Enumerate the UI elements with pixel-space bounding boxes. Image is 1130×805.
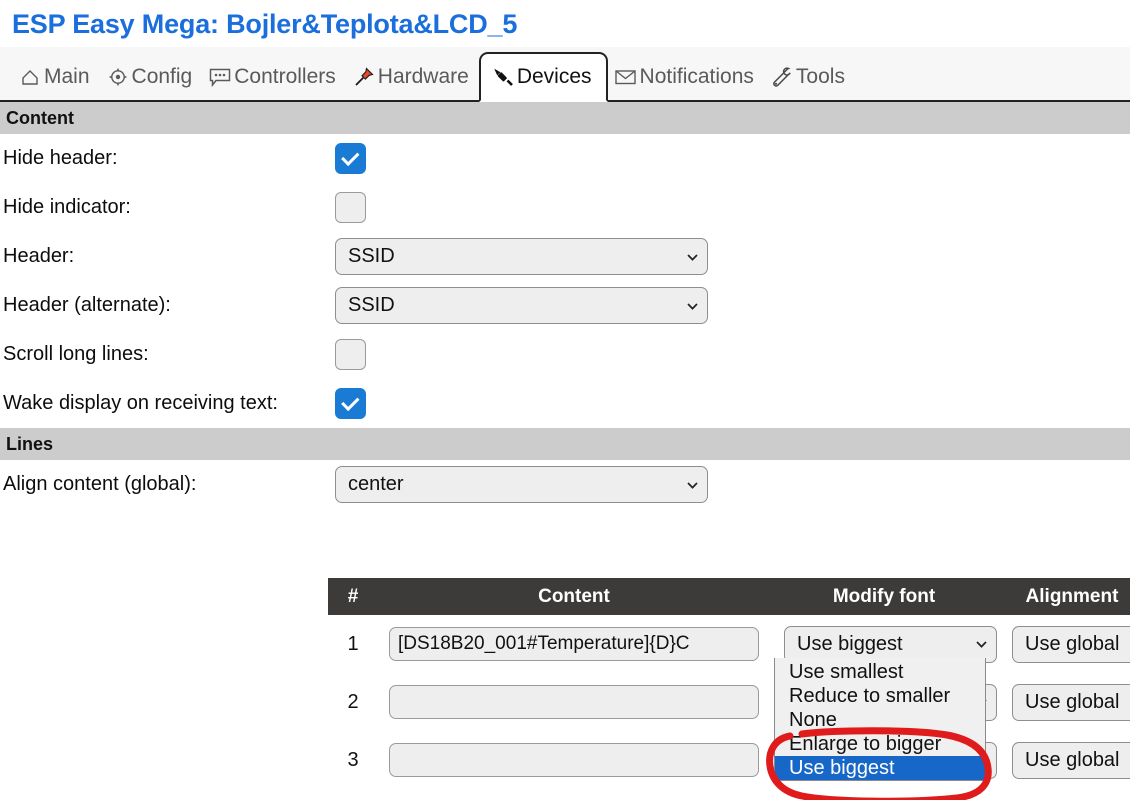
tab-config[interactable]: Config	[100, 56, 203, 98]
line-content-input-3[interactable]	[389, 743, 759, 777]
hide-header-checkbox[interactable]	[335, 143, 366, 174]
hide-indicator-checkbox[interactable]	[335, 192, 366, 223]
table-row: 1 [DS18B20_001#Temperature]{D}C Use bigg…	[328, 615, 1130, 673]
home-icon	[18, 66, 42, 88]
header-alternate-select-value: SSID	[348, 294, 395, 316]
tab-devices-label: Devices	[516, 65, 592, 88]
field-header-alternate-label: Header (alternate):	[3, 294, 171, 316]
alignment-value-3: Use global	[1025, 748, 1120, 771]
plug-icon	[491, 66, 515, 88]
field-wake-display: Wake display on receiving text:	[0, 379, 1130, 428]
modify-font-select-1[interactable]: Use biggest	[784, 625, 997, 663]
tab-notifications[interactable]: Notifications	[608, 56, 764, 98]
modify-font-dropdown-list[interactable]: Use smallest Reduce to smaller None Enla…	[774, 658, 986, 781]
tab-main[interactable]: Main	[12, 56, 100, 98]
section-header-content: Content	[0, 102, 1130, 134]
header-select-value: SSID	[348, 245, 395, 267]
alignment-select-2[interactable]: Use global	[1012, 683, 1130, 721]
row-number: 1	[347, 632, 359, 655]
column-header-alignment: Alignment	[1025, 585, 1119, 607]
chevron-down-icon	[687, 253, 698, 261]
chevron-down-icon	[687, 302, 698, 310]
dropdown-option-enlarge-to-bigger[interactable]: Enlarge to bigger	[775, 732, 985, 756]
line-content-input-1[interactable]: [DS18B20_001#Temperature]{D}C	[389, 627, 759, 661]
tab-controllers-label: Controllers	[234, 65, 336, 88]
table-row: 2 Use biggest Use global	[328, 673, 1130, 731]
dropdown-option-use-biggest[interactable]: Use biggest	[775, 756, 985, 780]
line-content-input-2[interactable]	[389, 685, 759, 719]
align-content-global-value: center	[348, 473, 404, 495]
table-row: 3 Use biggest Use global	[328, 731, 1130, 789]
modify-font-value-1: Use biggest	[797, 632, 903, 655]
alignment-value-1: Use global	[1025, 632, 1120, 655]
dropdown-option-none[interactable]: None	[775, 708, 985, 732]
tab-config-label: Config	[131, 65, 193, 88]
field-header: Header: SSID	[0, 232, 1130, 281]
column-header-content: Content	[538, 585, 610, 607]
gear-icon	[106, 66, 130, 88]
align-content-global-select[interactable]: center	[335, 466, 708, 503]
envelope-icon	[614, 66, 638, 88]
tab-tools-label: Tools	[795, 65, 845, 88]
speech-bubble-icon	[208, 66, 232, 88]
chevron-down-icon	[976, 641, 987, 648]
tab-notifications-label: Notifications	[639, 65, 754, 88]
tab-hardware-label: Hardware	[377, 65, 469, 88]
row-number: 2	[347, 690, 359, 713]
lines-table: # Content Modify font Alignment 1 [DS18B…	[328, 578, 1130, 789]
wrench-icon	[770, 66, 794, 88]
main-tabbar: Main Config Controllers Hardware Devices…	[0, 47, 1130, 102]
field-hide-header: Hide header:	[0, 134, 1130, 183]
row-number: 3	[347, 748, 359, 771]
alignment-value-2: Use global	[1025, 690, 1120, 713]
field-wake-display-label: Wake display on receiving text:	[3, 392, 278, 414]
tab-hardware[interactable]: Hardware	[346, 56, 479, 98]
field-hide-header-label: Hide header:	[3, 147, 118, 169]
header-select[interactable]: SSID	[335, 238, 708, 275]
section-header-lines: Lines	[0, 428, 1130, 460]
alignment-select-1[interactable]: Use global	[1012, 625, 1130, 663]
alignment-select-3[interactable]: Use global	[1012, 741, 1130, 779]
field-hide-indicator-label: Hide indicator:	[3, 196, 131, 218]
field-scroll-long-lines-label: Scroll long lines:	[3, 343, 149, 365]
tab-tools[interactable]: Tools	[764, 56, 855, 98]
column-header-number: #	[347, 585, 359, 607]
field-scroll-long-lines: Scroll long lines:	[0, 330, 1130, 379]
column-header-modify-font: Modify font	[832, 585, 936, 607]
field-header-alternate: Header (alternate): SSID	[0, 281, 1130, 330]
dropdown-option-reduce-to-smaller[interactable]: Reduce to smaller	[775, 684, 985, 708]
field-align-content-global-label: Align content (global):	[3, 473, 197, 495]
pushpin-icon	[352, 66, 376, 88]
chevron-down-icon	[687, 481, 698, 489]
page-title: ESP Easy Mega: Bojler&Teplota&LCD_5	[12, 9, 518, 39]
tab-devices[interactable]: Devices	[478, 52, 608, 102]
tab-controllers[interactable]: Controllers	[202, 56, 346, 98]
field-hide-indicator: Hide indicator:	[0, 183, 1130, 232]
field-align-content-global: Align content (global): center	[0, 460, 1130, 509]
lines-table-header: # Content Modify font Alignment	[328, 578, 1130, 615]
field-header-label: Header:	[3, 245, 75, 267]
dropdown-option-use-smallest[interactable]: Use smallest	[775, 660, 985, 684]
tab-main-label: Main	[44, 65, 90, 88]
wake-display-checkbox[interactable]	[335, 388, 366, 419]
header-alternate-select[interactable]: SSID	[335, 287, 708, 324]
scroll-long-lines-checkbox[interactable]	[335, 339, 366, 370]
